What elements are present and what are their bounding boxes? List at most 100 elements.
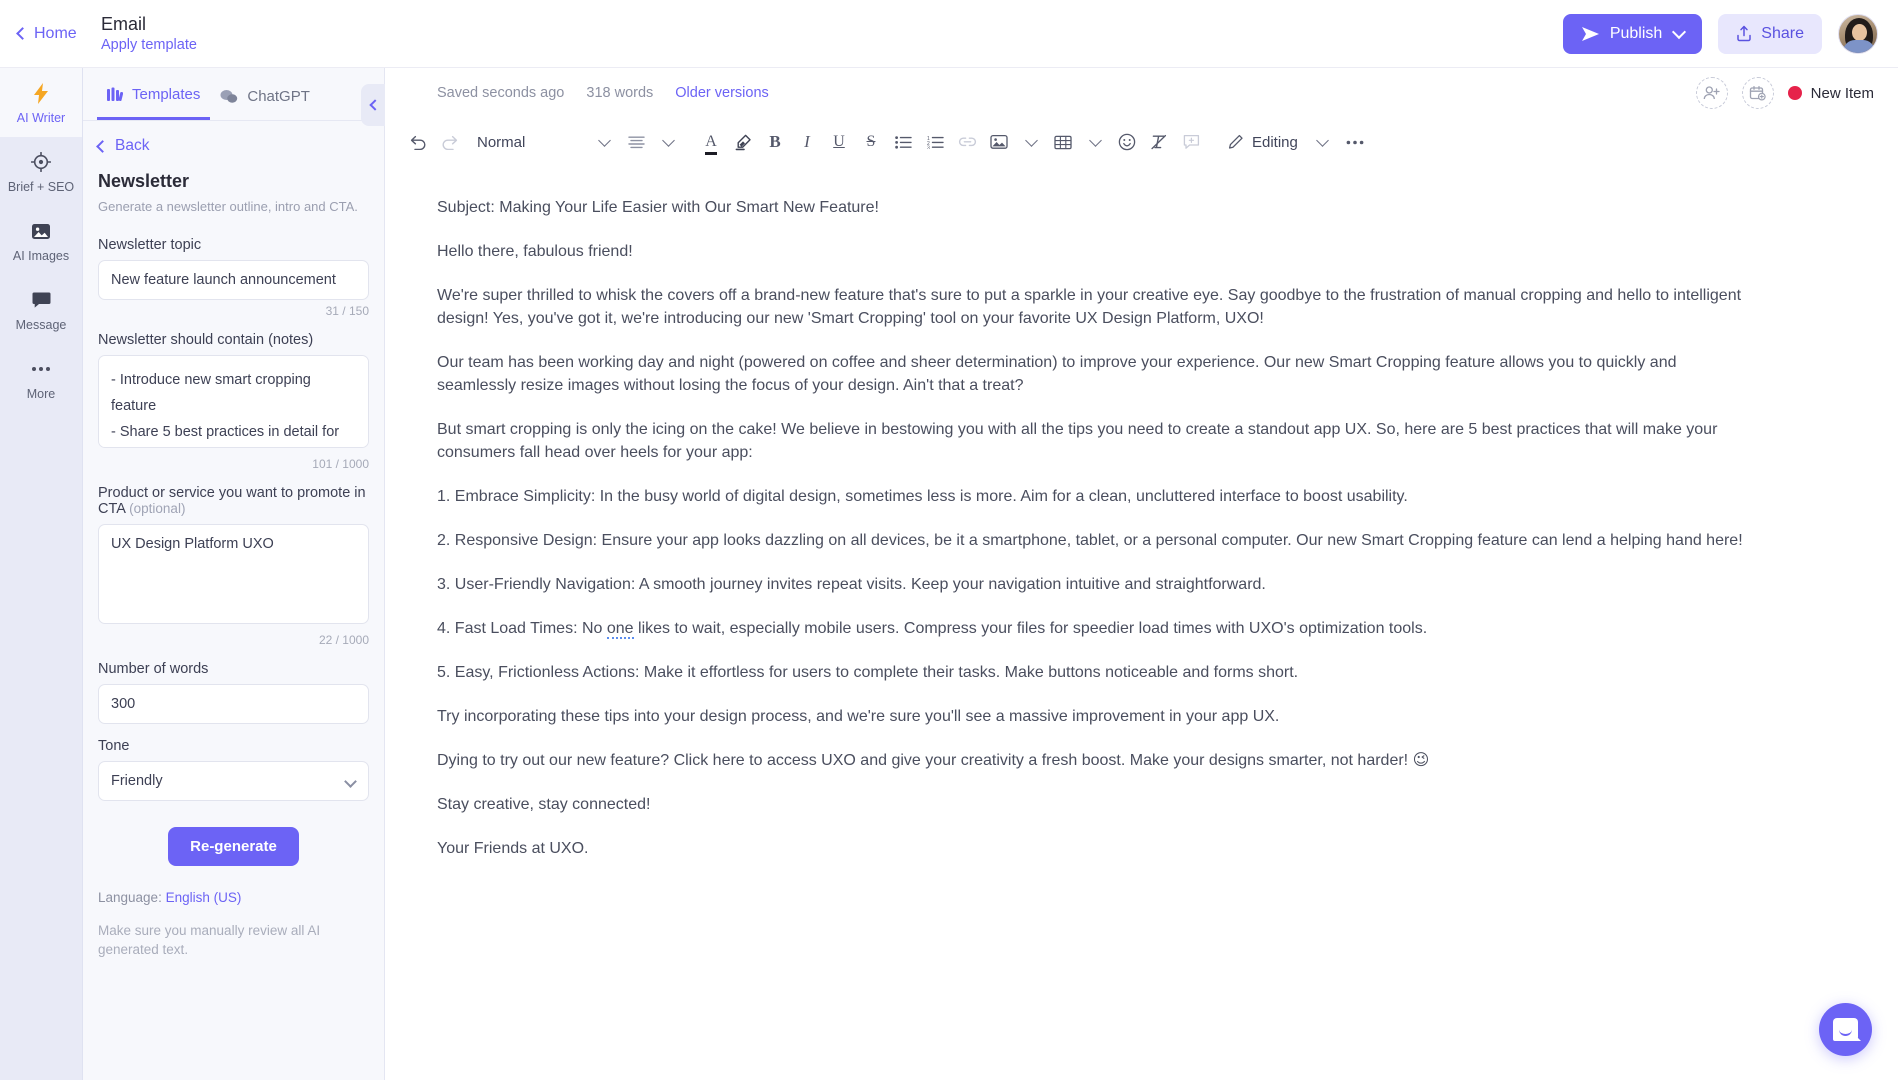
document-paragraph: But smart cropping is only the icing on …: [437, 421, 1718, 461]
document-paragraph: Hello there, fabulous friend!: [437, 243, 633, 260]
lightning-bolt-icon: [33, 82, 50, 104]
rail-label: Brief + SEO: [7, 180, 75, 194]
left-rail: AI Writer Brief + SEO AI Images Message …: [0, 68, 83, 1080]
words-label: Number of words: [98, 661, 209, 677]
image-icon[interactable]: [984, 127, 1014, 157]
clear-format-icon[interactable]: [1144, 127, 1174, 157]
document-body[interactable]: Subject: Making Your Life Easier with Ou…: [385, 166, 1898, 1080]
panel-tabs: Templates ChatGPT: [83, 68, 384, 121]
saved-status: Saved seconds ago: [437, 85, 565, 101]
image-caret-icon[interactable]: [1016, 127, 1046, 157]
ellipsis-icon: [31, 358, 51, 380]
template-description: Generate a newsletter outline, intro and…: [98, 199, 358, 214]
highlight-icon[interactable]: [728, 127, 758, 157]
editing-mode-button[interactable]: Editing: [1219, 127, 1306, 157]
publish-button[interactable]: Publish: [1562, 13, 1703, 54]
share-button[interactable]: Share: [1718, 13, 1822, 54]
link-icon[interactable]: [952, 127, 982, 157]
apply-template-link[interactable]: Apply template: [101, 36, 197, 54]
notes-counter: 101 / 1000: [312, 457, 369, 471]
chat-launcher-button[interactable]: [1819, 1003, 1872, 1056]
align-caret-icon[interactable]: [653, 127, 683, 157]
bold-icon[interactable]: B: [760, 127, 790, 157]
target-icon: [31, 151, 51, 173]
notes-label: Newsletter should contain (notes): [98, 332, 314, 348]
back-label: Back: [115, 137, 150, 154]
document-paragraph: 3. User-Friendly Navigation: A smooth jo…: [437, 576, 1266, 593]
tone-select[interactable]: [98, 761, 369, 801]
rail-item-message[interactable]: Message: [0, 275, 82, 344]
older-versions-link[interactable]: Older versions: [675, 85, 768, 101]
rail-item-more[interactable]: More: [0, 344, 82, 413]
pencil-icon: [1227, 134, 1244, 150]
send-icon: [1581, 26, 1600, 42]
status-label: New Item: [1810, 84, 1874, 102]
document-title-block: Email Apply template: [101, 14, 197, 54]
comment-icon[interactable]: [1176, 127, 1206, 157]
avatar-body: [1843, 39, 1875, 53]
document-paragraph: Subject: Making Your Life Easier with Ou…: [437, 199, 879, 216]
word-count: 318 words: [586, 85, 654, 101]
strikethrough-icon[interactable]: S: [856, 127, 886, 157]
number-of-words-input[interactable]: [98, 684, 369, 724]
underline-icon[interactable]: U: [824, 127, 854, 157]
publish-label: Publish: [1609, 24, 1663, 42]
text-color-icon[interactable]: A: [696, 127, 726, 157]
chat-bubble-icon: [1833, 1018, 1858, 1041]
chevron-left-icon: [96, 139, 109, 153]
chat-bubble-icon: [32, 289, 51, 311]
panel-scroll-area[interactable]: Back Newsletter Generate a newsletter ou…: [83, 121, 384, 1080]
editing-mode-caret-icon[interactable]: [1308, 127, 1338, 157]
newsletter-notes-textarea[interactable]: [98, 355, 369, 448]
language-value-link[interactable]: English (US): [166, 890, 242, 905]
chevron-left-icon: [16, 27, 29, 40]
editor-meta-bar: Saved seconds ago 318 words Older versio…: [385, 68, 1898, 118]
newsletter-topic-input[interactable]: [98, 260, 369, 300]
rail-item-brief-seo[interactable]: Brief + SEO: [0, 137, 82, 206]
tab-chatgpt[interactable]: ChatGPT: [210, 68, 320, 120]
tab-label: ChatGPT: [247, 87, 310, 105]
document-paragraph: Our team has been working day and night …: [437, 354, 1677, 394]
home-back-link[interactable]: Home: [0, 25, 101, 43]
templates-icon: [107, 87, 123, 103]
tab-templates[interactable]: Templates: [97, 68, 211, 120]
collapse-panel-button[interactable]: [361, 84, 385, 126]
redo-icon[interactable]: [435, 127, 465, 157]
table-caret-icon[interactable]: [1080, 127, 1110, 157]
tab-label: Templates: [132, 86, 201, 103]
back-link[interactable]: Back: [96, 137, 369, 155]
rail-item-ai-images[interactable]: AI Images: [0, 206, 82, 275]
ai-disclaimer: Make sure you manually review all AI gen…: [98, 923, 321, 957]
bulleted-list-icon[interactable]: [888, 127, 918, 157]
tone-label: Tone: [98, 738, 130, 754]
rail-label: AI Images: [12, 249, 70, 263]
add-person-icon[interactable]: [1695, 77, 1728, 109]
document-paragraph: Try incorporating these tips into your d…: [437, 708, 1280, 725]
italic-icon[interactable]: I: [792, 127, 822, 157]
chevron-left-icon: [368, 99, 381, 111]
more-icon[interactable]: [1340, 127, 1370, 157]
chat-icon: [220, 89, 238, 104]
document-paragraph: 2. Responsive Design: Ensure your app lo…: [437, 532, 1743, 549]
emoji-icon[interactable]: [1112, 127, 1142, 157]
add-calendar-icon[interactable]: [1741, 77, 1774, 109]
status-badge[interactable]: New Item: [1787, 84, 1874, 102]
avatar[interactable]: [1838, 13, 1878, 54]
numbered-list-icon[interactable]: 1 2 3: [920, 127, 950, 157]
cta-label: Product or service you want to promote i…: [98, 485, 369, 517]
paragraph-style-select[interactable]: Normal: [467, 127, 587, 157]
table-icon[interactable]: [1048, 127, 1078, 157]
rail-label: More: [26, 387, 56, 401]
re-generate-button[interactable]: Re-generate: [168, 827, 299, 866]
align-icon[interactable]: [621, 127, 651, 157]
page-title: Email: [101, 13, 147, 34]
undo-icon[interactable]: [403, 127, 433, 157]
cta-product-textarea[interactable]: [98, 524, 369, 624]
paragraph-style-caret-icon[interactable]: [589, 127, 619, 157]
language-row: Language: English (US): [98, 890, 369, 905]
top-bar-actions: Publish Share: [1562, 13, 1898, 54]
rail-label: AI Writer: [16, 111, 66, 125]
paragraph-style-value: Normal: [477, 133, 526, 151]
rail-item-ai-writer[interactable]: AI Writer: [0, 68, 82, 137]
document-paragraph: 5. Easy, Frictionless Actions: Make it e…: [437, 664, 1299, 681]
